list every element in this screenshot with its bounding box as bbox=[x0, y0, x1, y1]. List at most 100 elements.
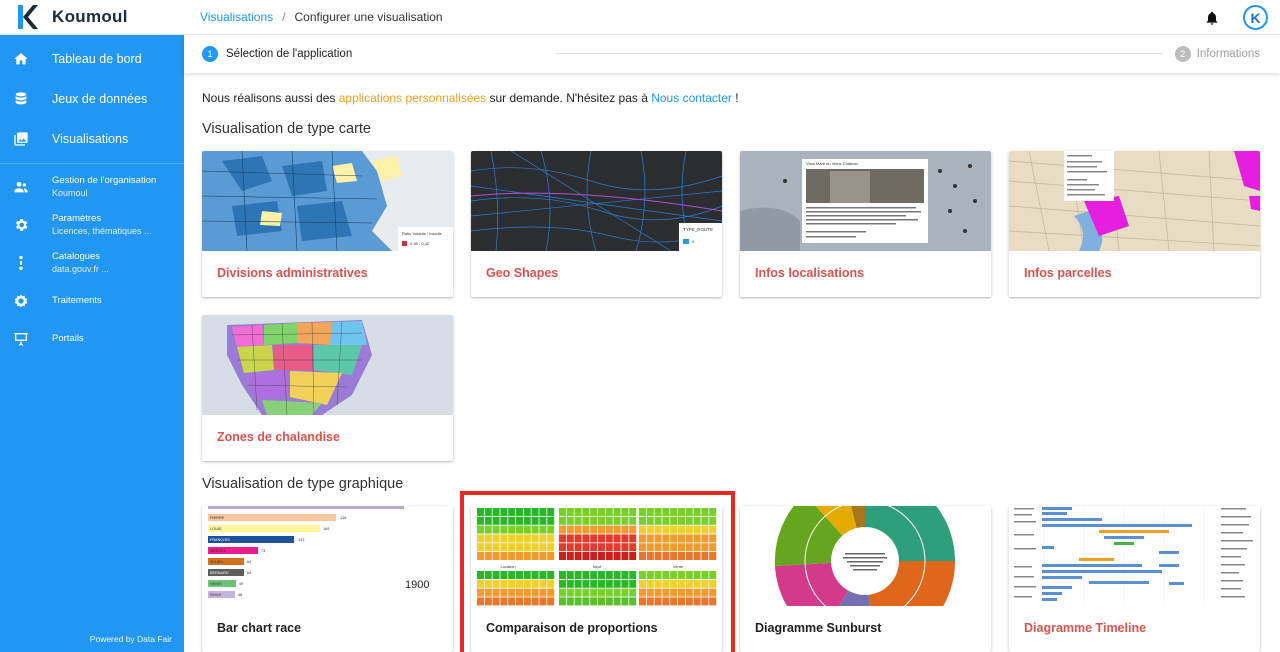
bar-value: 73 bbox=[261, 549, 265, 553]
intro-text-part: sur demande. N'hésitez pas à bbox=[486, 91, 652, 105]
selection-highlight bbox=[460, 491, 735, 652]
nav-item-dashboard[interactable]: Tableau de bord bbox=[0, 39, 184, 79]
avatar[interactable]: K bbox=[1243, 5, 1268, 30]
nav-sublabel: Licences, thématiques ... bbox=[52, 226, 152, 236]
nav-item-datasets[interactable]: Jeux de données bbox=[0, 79, 184, 119]
card-title: Infos localisations bbox=[755, 266, 865, 280]
nav-divider bbox=[0, 163, 184, 164]
popup-title: Vista Mare du Vieux Château bbox=[806, 161, 858, 166]
card-thumbnail: PIERRE 138 LOUIS 169 FRANÇOIS 123 MARCEL… bbox=[202, 506, 453, 606]
nav-item-organisation[interactable]: Gestion de l'organisation Koumoul bbox=[0, 168, 184, 206]
step-informations[interactable]: 2 Informations bbox=[1174, 46, 1260, 62]
home-icon bbox=[13, 51, 29, 67]
app-card-diagramme-sunburst[interactable]: Diagramme Sunburst bbox=[740, 506, 991, 652]
group-icon bbox=[13, 179, 29, 195]
koumoul-logo-icon bbox=[18, 5, 38, 29]
bar-value: 138 bbox=[340, 516, 346, 520]
bar-value: 123 bbox=[298, 538, 304, 542]
top-bar: Visualisations / Configurer une visualis… bbox=[184, 0, 1280, 35]
gear-icon bbox=[13, 217, 29, 233]
bar-label: BERNARD bbox=[210, 571, 229, 575]
presentation-board-icon bbox=[13, 331, 29, 347]
app-card-geo-shapes[interactable]: TYPE_ROUTE 0 Geo Shapes bbox=[471, 151, 722, 297]
nav-item-traitements[interactable]: Traitements bbox=[0, 282, 184, 320]
bar-label: HENRI bbox=[210, 582, 222, 586]
image-gallery-icon bbox=[13, 131, 29, 147]
section-title-map: Visualisation de type carte bbox=[202, 121, 372, 137]
bar-label: ÉMILE bbox=[210, 592, 222, 597]
stepper-divider bbox=[556, 53, 1162, 54]
bar-value: 169 bbox=[323, 527, 329, 531]
nav-label: Catalogues bbox=[52, 251, 101, 262]
card-title: Divisions administratives bbox=[217, 266, 368, 280]
database-icon bbox=[13, 91, 29, 107]
card-title: Bar chart race bbox=[217, 621, 302, 635]
nav-label: Visualisations bbox=[52, 132, 129, 146]
app-card-infos-localisations[interactable]: Vista Mare du Vieux Château Infos locali… bbox=[740, 151, 991, 297]
nav-label: Portails bbox=[52, 333, 84, 344]
nav-sublabel: data.gouv.fr ... bbox=[52, 264, 109, 274]
card-thumbnail bbox=[1009, 506, 1260, 606]
intro-text-part: Nous réalisons aussi des bbox=[202, 91, 339, 105]
nav-label: Paramètres bbox=[52, 213, 102, 224]
step-number: 1 bbox=[202, 46, 218, 62]
nav-label: Traitements bbox=[52, 295, 102, 306]
card-thumbnail: Ratio Votants / Inscrits 0,98 - 0,42 bbox=[202, 151, 453, 251]
card-thumbnail bbox=[1009, 151, 1260, 251]
card-title: Zones de chalandise bbox=[217, 430, 340, 444]
app-card-divisions-administratives[interactable]: Ratio Votants / Inscrits 0,98 - 0,42 Div… bbox=[202, 151, 453, 297]
breadcrumb-current: Configurer une visualisation bbox=[294, 10, 443, 24]
app-card-zones-de-chalandise[interactable]: Zones de chalandise bbox=[202, 315, 453, 461]
step-label: Sélection de l'application bbox=[226, 48, 353, 60]
step-number: 2 bbox=[1174, 46, 1191, 62]
section-title-chart: Visualisation de type graphique bbox=[202, 476, 404, 492]
nav-item-catalogues[interactable]: Catalogues data.gouv.fr ... bbox=[0, 244, 184, 282]
nav-label: Tableau de bord bbox=[52, 52, 142, 66]
intro-text-part: ! bbox=[731, 91, 739, 105]
breadcrumb-visualisations[interactable]: Visualisations bbox=[200, 10, 273, 24]
intro-text: Nous réalisons aussi des applications pe… bbox=[202, 91, 739, 105]
sidebar: Koumoul Tableau de bord Jeux de données … bbox=[0, 0, 184, 652]
powered-by-link[interactable]: Powered by Data Fair bbox=[90, 634, 172, 644]
vertical-dots-icon bbox=[13, 255, 29, 271]
bar-label: PIERRE bbox=[210, 516, 225, 520]
step-label: Informations bbox=[1196, 48, 1260, 60]
nav-item-portails[interactable]: Portails bbox=[0, 320, 184, 358]
nav-label: Gestion de l'organisation bbox=[52, 175, 157, 186]
legend-title: TYPE_ROUTE bbox=[683, 227, 713, 232]
notification-bell-icon[interactable] bbox=[1204, 10, 1220, 26]
bar-value: 48 bbox=[238, 593, 242, 597]
bar-value: 64 bbox=[247, 571, 251, 575]
card-thumbnail bbox=[202, 315, 453, 415]
brand-name: Koumoul bbox=[52, 7, 128, 26]
step-selection[interactable]: 1 Sélection de l'application bbox=[202, 46, 352, 62]
breadcrumb-separator: / bbox=[282, 10, 286, 24]
bar-label: MARCEL bbox=[210, 549, 226, 553]
card-title: Infos parcelles bbox=[1024, 266, 1112, 280]
nav-item-visualisations[interactable]: Visualisations bbox=[0, 119, 184, 159]
cog-processing-icon bbox=[13, 293, 29, 309]
bar-value: 64 bbox=[247, 560, 251, 564]
card-thumbnail bbox=[740, 506, 991, 606]
card-title: Geo Shapes bbox=[486, 266, 559, 280]
card-thumbnail: Vista Mare du Vieux Château bbox=[740, 151, 991, 251]
race-year: 1900 bbox=[405, 579, 429, 591]
card-title: Diagramme Timeline bbox=[1024, 621, 1147, 635]
app-card-infos-parcelles[interactable]: Infos parcelles bbox=[1009, 151, 1260, 297]
legend-title: Ratio Votants / Inscrits bbox=[402, 231, 442, 236]
nav-sublabel: Koumoul bbox=[52, 188, 88, 198]
brand-header[interactable]: Koumoul bbox=[0, 0, 184, 35]
card-title: Diagramme Sunburst bbox=[755, 621, 882, 635]
app-card-bar-chart-race[interactable]: PIERRE 138 LOUIS 169 FRANÇOIS 123 MARCEL… bbox=[202, 506, 453, 652]
bar-label: LOUIS bbox=[210, 527, 222, 531]
nav-item-parametres[interactable]: Paramètres Licences, thématiques ... bbox=[0, 206, 184, 244]
contact-us-link[interactable]: Nous contacter bbox=[651, 91, 732, 105]
card-thumbnail: TYPE_ROUTE 0 bbox=[471, 151, 722, 251]
legend-value: 0,98 - 0,42 bbox=[410, 241, 430, 246]
bar-label: JULIEN bbox=[210, 560, 223, 564]
stepper: 1 Sélection de l'application 2 Informati… bbox=[184, 35, 1280, 73]
nav-label: Jeux de données bbox=[52, 92, 148, 106]
bar-label: FRANÇOIS bbox=[210, 538, 230, 542]
custom-applications-link[interactable]: applications personnalisées bbox=[339, 91, 486, 105]
app-card-diagramme-timeline[interactable]: Diagramme Timeline bbox=[1009, 506, 1260, 652]
